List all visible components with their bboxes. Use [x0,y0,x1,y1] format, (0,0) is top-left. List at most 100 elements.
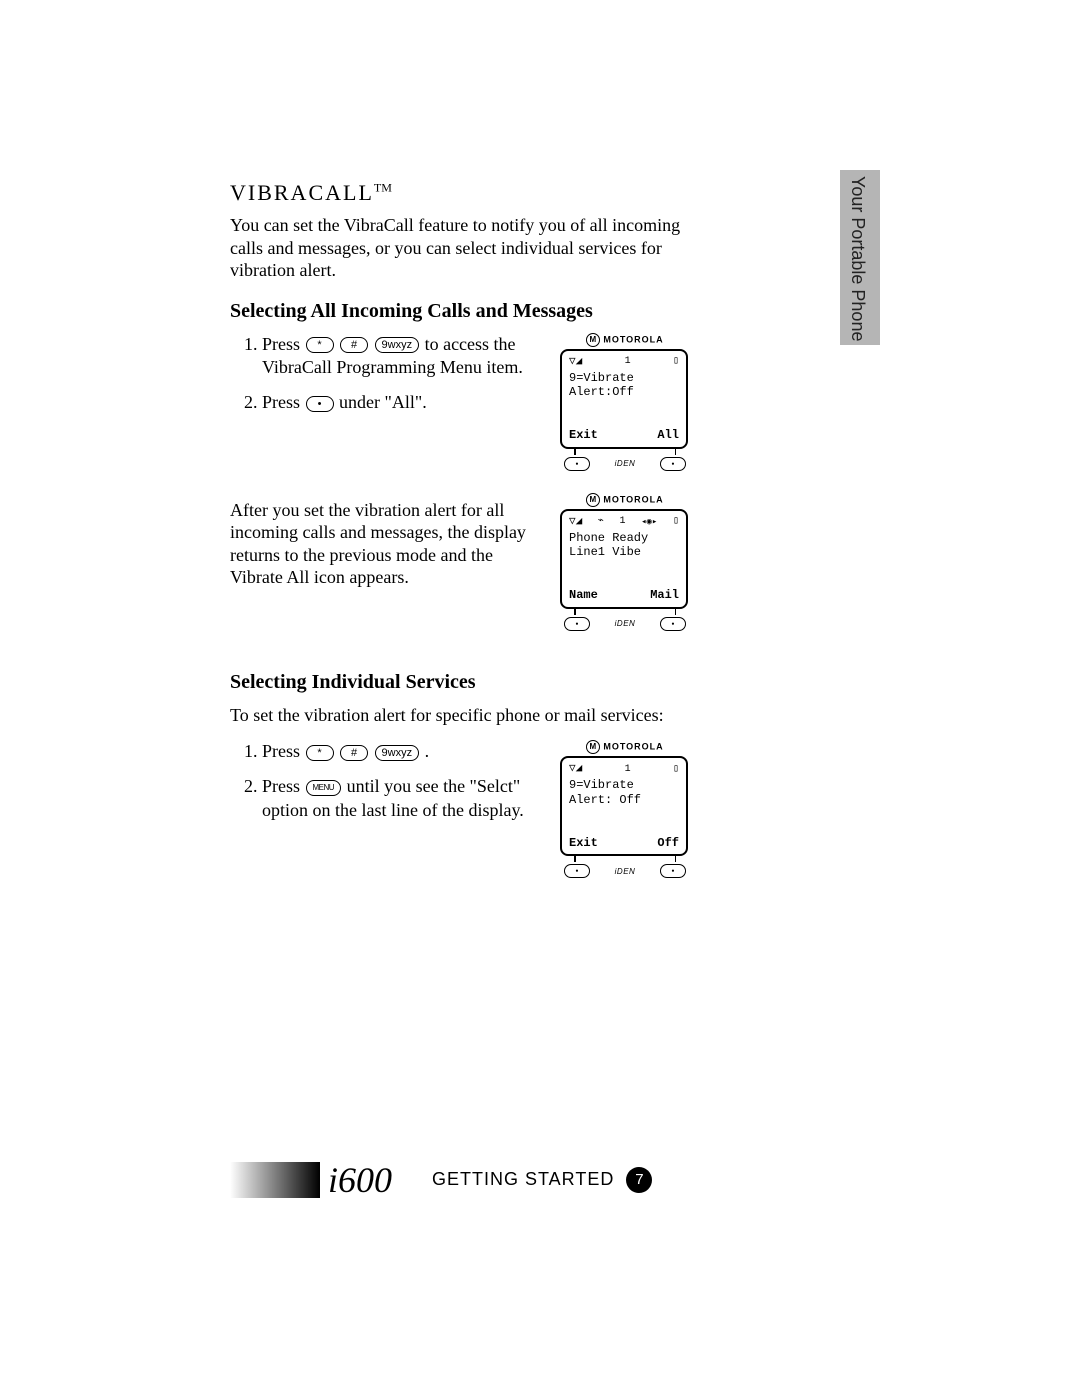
page-footer: i600 GETTING STARTED 7 [230,1157,720,1202]
phone-illustration-3: MMOTOROLA ▽◢ 1 ▯ 9=Vibrate Alert: Off Ex… [560,740,690,878]
phone-screen: ▽◢ ⌁ 1 ◂◉▸ ▯ Phone Ready Line1 Vibe Name… [560,509,688,609]
manual-page: Your Portable Phone VIBRACALLTM You can … [0,0,1080,1397]
motorola-logo-icon: M [586,493,600,507]
subheading-individual: Selecting Individual Services [230,671,690,694]
softkey-right: Off [657,836,679,850]
motorola-logo-icon: M [586,333,600,347]
hardware-keys: • iDEN • [560,864,690,878]
softkey-left: Exit [569,836,598,850]
status-number: 1 [619,516,625,528]
hw-softkey-left-icon: • [564,617,590,631]
key-9-icon: 9wxyz [375,337,420,353]
step-text: Press [262,741,305,761]
page-number-badge: 7 [626,1167,652,1193]
screen-line-1: 9=Vibrate [569,371,679,385]
page-content: VIBRACALLTM You can set the VibraCall fe… [230,180,690,878]
ordered-steps-2: Press * # 9wxyz . Press MENU until you s… [230,740,542,822]
signal-icon: ▽◢ [569,763,582,776]
brand-label: MMOTOROLA [560,333,690,347]
phone-illustration-2: MMOTOROLA ▽◢ ⌁ 1 ◂◉▸ ▯ Phone Ready Line1… [560,493,690,631]
model-number: i600 [328,1159,392,1201]
screen-line-2: Alert:Off [569,385,679,399]
hardware-keys: • iDEN • [560,617,690,631]
status-bar: ▽◢ 1 ▯ [569,356,679,369]
steps-block-2: Press * # 9wxyz . Press MENU until you s… [230,740,542,834]
signal-icon: ▽◢ [569,356,582,369]
step-row-2: After you set the vibration alert for al… [230,493,690,631]
hardware-keys: • iDEN • [560,457,690,471]
ordered-steps-1: Press * # 9wxyz to access the VibraCall … [230,333,542,415]
phone-screen: ▽◢ 1 ▯ 9=Vibrate Alert: Off Exit Off [560,756,688,856]
key-star-icon: * [306,745,334,761]
title-text: VIBRACALL [230,180,374,205]
battery-icon: ▯ [673,764,679,776]
footer-chapter: GETTING STARTED [432,1169,614,1190]
connector-lines [560,449,690,455]
intro-paragraph: You can set the VibraCall feature to not… [230,214,690,282]
signal-icon: ▽◢ [569,516,582,529]
subheading-all: Selecting All Incoming Calls and Message… [230,300,690,323]
vibe-all-icon: ◂◉▸ [641,517,657,528]
connector-lines [560,856,690,862]
status-number: 1 [625,764,631,776]
softkey-right: Mail [650,588,679,602]
iden-label: iDEN [615,619,636,628]
brand-text: MOTOROLA [603,741,663,751]
section2-intro: To set the vibration alert for specific … [230,704,690,727]
hw-softkey-left-icon: • [564,457,590,471]
iden-label: iDEN [615,459,636,468]
key-star-icon: * [306,337,334,353]
footer-gradient [230,1162,320,1198]
hw-softkey-right-icon: • [660,457,686,471]
key-9-icon: 9wxyz [375,745,420,761]
steps-block-1: Press * # 9wxyz to access the VibraCall … [230,333,542,427]
brand-label: MMOTOROLA [560,740,690,754]
battery-icon: ▯ [673,516,679,528]
hw-softkey-right-icon: • [660,864,686,878]
step-text: Press [262,392,305,412]
section-tab-label: Your Portable Phone [847,176,868,341]
softkey-left: Exit [569,428,598,442]
screen-line-2: Alert: Off [569,793,679,807]
status-number: 1 [625,356,631,368]
softkey-row: Name Mail [569,588,679,602]
softkey-right: All [657,428,679,442]
after-paragraph: After you set the vibration alert for al… [230,499,542,589]
screen-line-2: Line1 Vibe [569,545,679,559]
hw-softkey-right-icon: • [660,617,686,631]
step-1-2: Press • under "All". [262,391,542,414]
step-text: under "All". [339,392,427,412]
step-2-1: Press * # 9wxyz . [262,740,542,763]
page-title: VIBRACALLTM [230,180,690,206]
key-hash-icon: # [340,745,368,761]
key-hash-icon: # [340,337,368,353]
motorola-logo-icon: M [586,740,600,754]
trademark: TM [374,181,392,195]
step-2-2: Press MENU until you see the "Selct" opt… [262,775,542,822]
status-bar: ▽◢ 1 ▯ [569,763,679,776]
step-text: Press [262,334,305,354]
softkey-left: Name [569,588,598,602]
screen-line-1: Phone Ready [569,531,679,545]
phone-screen: ▽◢ 1 ▯ 9=Vibrate Alert:Off Exit All [560,349,688,449]
brand-label: MMOTOROLA [560,493,690,507]
connector-lines [560,609,690,615]
step-text: . [425,741,430,761]
screen-line-1: 9=Vibrate [569,778,679,792]
after-text-block: After you set the vibration alert for al… [230,493,542,603]
vibrate-icon: ⌁ [598,516,604,528]
step-1-1: Press * # 9wxyz to access the VibraCall … [262,333,542,380]
key-menu-icon: MENU [306,780,342,796]
hw-softkey-left-icon: • [564,864,590,878]
iden-label: iDEN [615,867,636,876]
battery-icon: ▯ [673,356,679,368]
brand-text: MOTOROLA [603,334,663,344]
step-text: Press [262,776,305,796]
step-row-1: Press * # 9wxyz to access the VibraCall … [230,333,690,471]
section-tab: Your Portable Phone [840,170,880,345]
softkey-dot-icon: • [306,396,334,412]
softkey-row: Exit All [569,428,679,442]
step-row-3: Press * # 9wxyz . Press MENU until you s… [230,740,690,878]
status-bar: ▽◢ ⌁ 1 ◂◉▸ ▯ [569,516,679,529]
brand-text: MOTOROLA [603,494,663,504]
